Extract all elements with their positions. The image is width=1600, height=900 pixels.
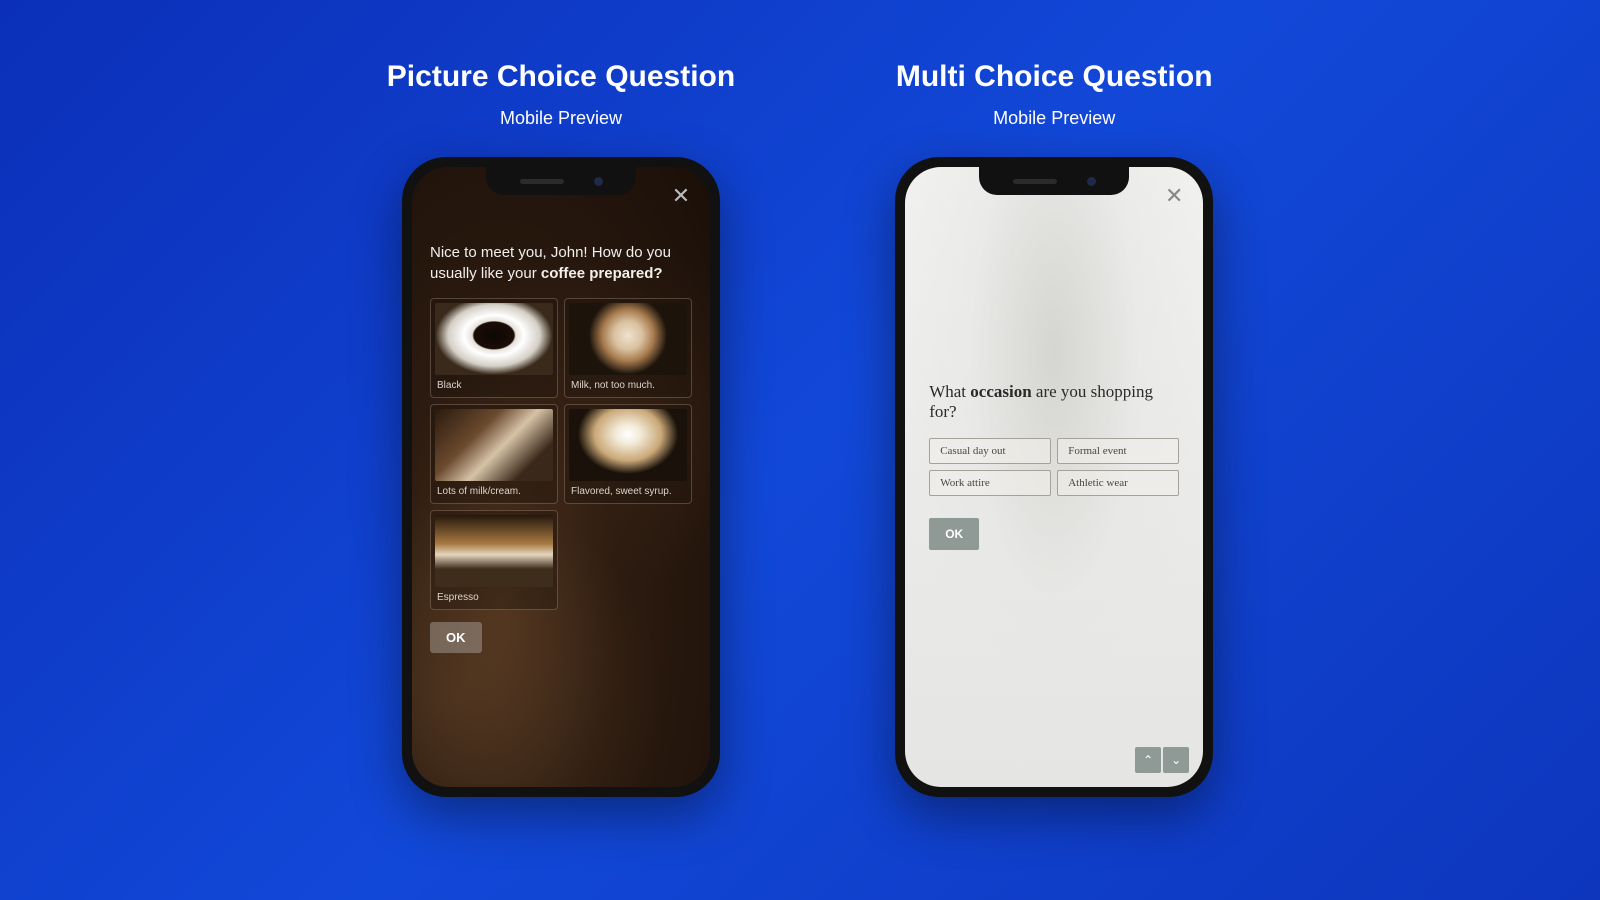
multi-options-grid: Casual day out Formal event Work attire … xyxy=(929,438,1179,496)
multi-choice-subtitle: Mobile Preview xyxy=(993,108,1115,129)
coffee-flavored-image xyxy=(569,409,687,481)
picture-option-cream[interactable]: Lots of milk/cream. xyxy=(430,404,558,504)
picture-question-text: Nice to meet you, John! How do you usual… xyxy=(430,242,692,284)
coffee-black-image xyxy=(435,303,553,375)
question-bold: occasion xyxy=(970,382,1031,401)
close-icon: ✕ xyxy=(672,185,690,207)
phone-mock-right: ✕ What occasion are you shopping for? Ca… xyxy=(895,157,1213,797)
multi-question-text: What occasion are you shopping for? xyxy=(929,382,1179,422)
phone-mock-left: ✕ Nice to meet you, John! How do you usu… xyxy=(402,157,720,797)
picture-choice-section: Picture Choice Question Mobile Preview ✕… xyxy=(387,60,735,797)
question-prefix: What xyxy=(929,382,970,401)
close-icon: ✕ xyxy=(1165,185,1183,207)
choice-formal[interactable]: Formal event xyxy=(1057,438,1179,464)
picture-option-milk[interactable]: Milk, not too much. xyxy=(564,298,692,398)
phone-speaker xyxy=(1013,179,1057,184)
close-button[interactable]: ✕ xyxy=(1161,183,1187,209)
nav-up-button[interactable]: ⌃ xyxy=(1135,747,1161,773)
picture-option-label: Lots of milk/cream. xyxy=(435,481,553,499)
close-button[interactable]: ✕ xyxy=(668,183,694,209)
question-bold: coffee prepared? xyxy=(541,265,663,282)
picture-options-grid: Black Milk, not too much. Lots of milk/c… xyxy=(430,298,692,610)
picture-option-espresso[interactable]: Espresso xyxy=(430,510,558,610)
picture-option-flavored[interactable]: Flavored, sweet syrup. xyxy=(564,404,692,504)
ok-button[interactable]: OK xyxy=(929,518,979,550)
phone-camera xyxy=(1087,177,1096,186)
phone-notch xyxy=(486,167,636,195)
coffee-pour-image xyxy=(435,409,553,481)
multi-choice-section: Multi Choice Question Mobile Preview ✕ W… xyxy=(895,60,1213,797)
picture-choice-subtitle: Mobile Preview xyxy=(500,108,622,129)
phone-notch xyxy=(979,167,1129,195)
coffee-espresso-image xyxy=(435,515,553,587)
phone-camera xyxy=(594,177,603,186)
choice-casual[interactable]: Casual day out xyxy=(929,438,1051,464)
multi-choice-title: Multi Choice Question xyxy=(896,60,1213,94)
picture-choice-title: Picture Choice Question xyxy=(387,60,735,94)
choice-athletic[interactable]: Athletic wear xyxy=(1057,470,1179,496)
choice-work[interactable]: Work attire xyxy=(929,470,1051,496)
nav-arrows: ⌃ ⌄ xyxy=(1135,747,1189,773)
picture-option-label: Espresso xyxy=(435,587,553,605)
picture-option-label: Black xyxy=(435,375,553,393)
ok-button[interactable]: OK xyxy=(430,622,482,653)
picture-option-label: Milk, not too much. xyxy=(569,375,687,393)
picture-option-label: Flavored, sweet syrup. xyxy=(569,481,687,499)
phone-speaker xyxy=(520,179,564,184)
nav-down-button[interactable]: ⌄ xyxy=(1163,747,1189,773)
coffee-latte-image xyxy=(569,303,687,375)
chevron-up-icon: ⌃ xyxy=(1143,753,1153,767)
picture-option-black[interactable]: Black xyxy=(430,298,558,398)
chevron-down-icon: ⌄ xyxy=(1171,753,1181,767)
